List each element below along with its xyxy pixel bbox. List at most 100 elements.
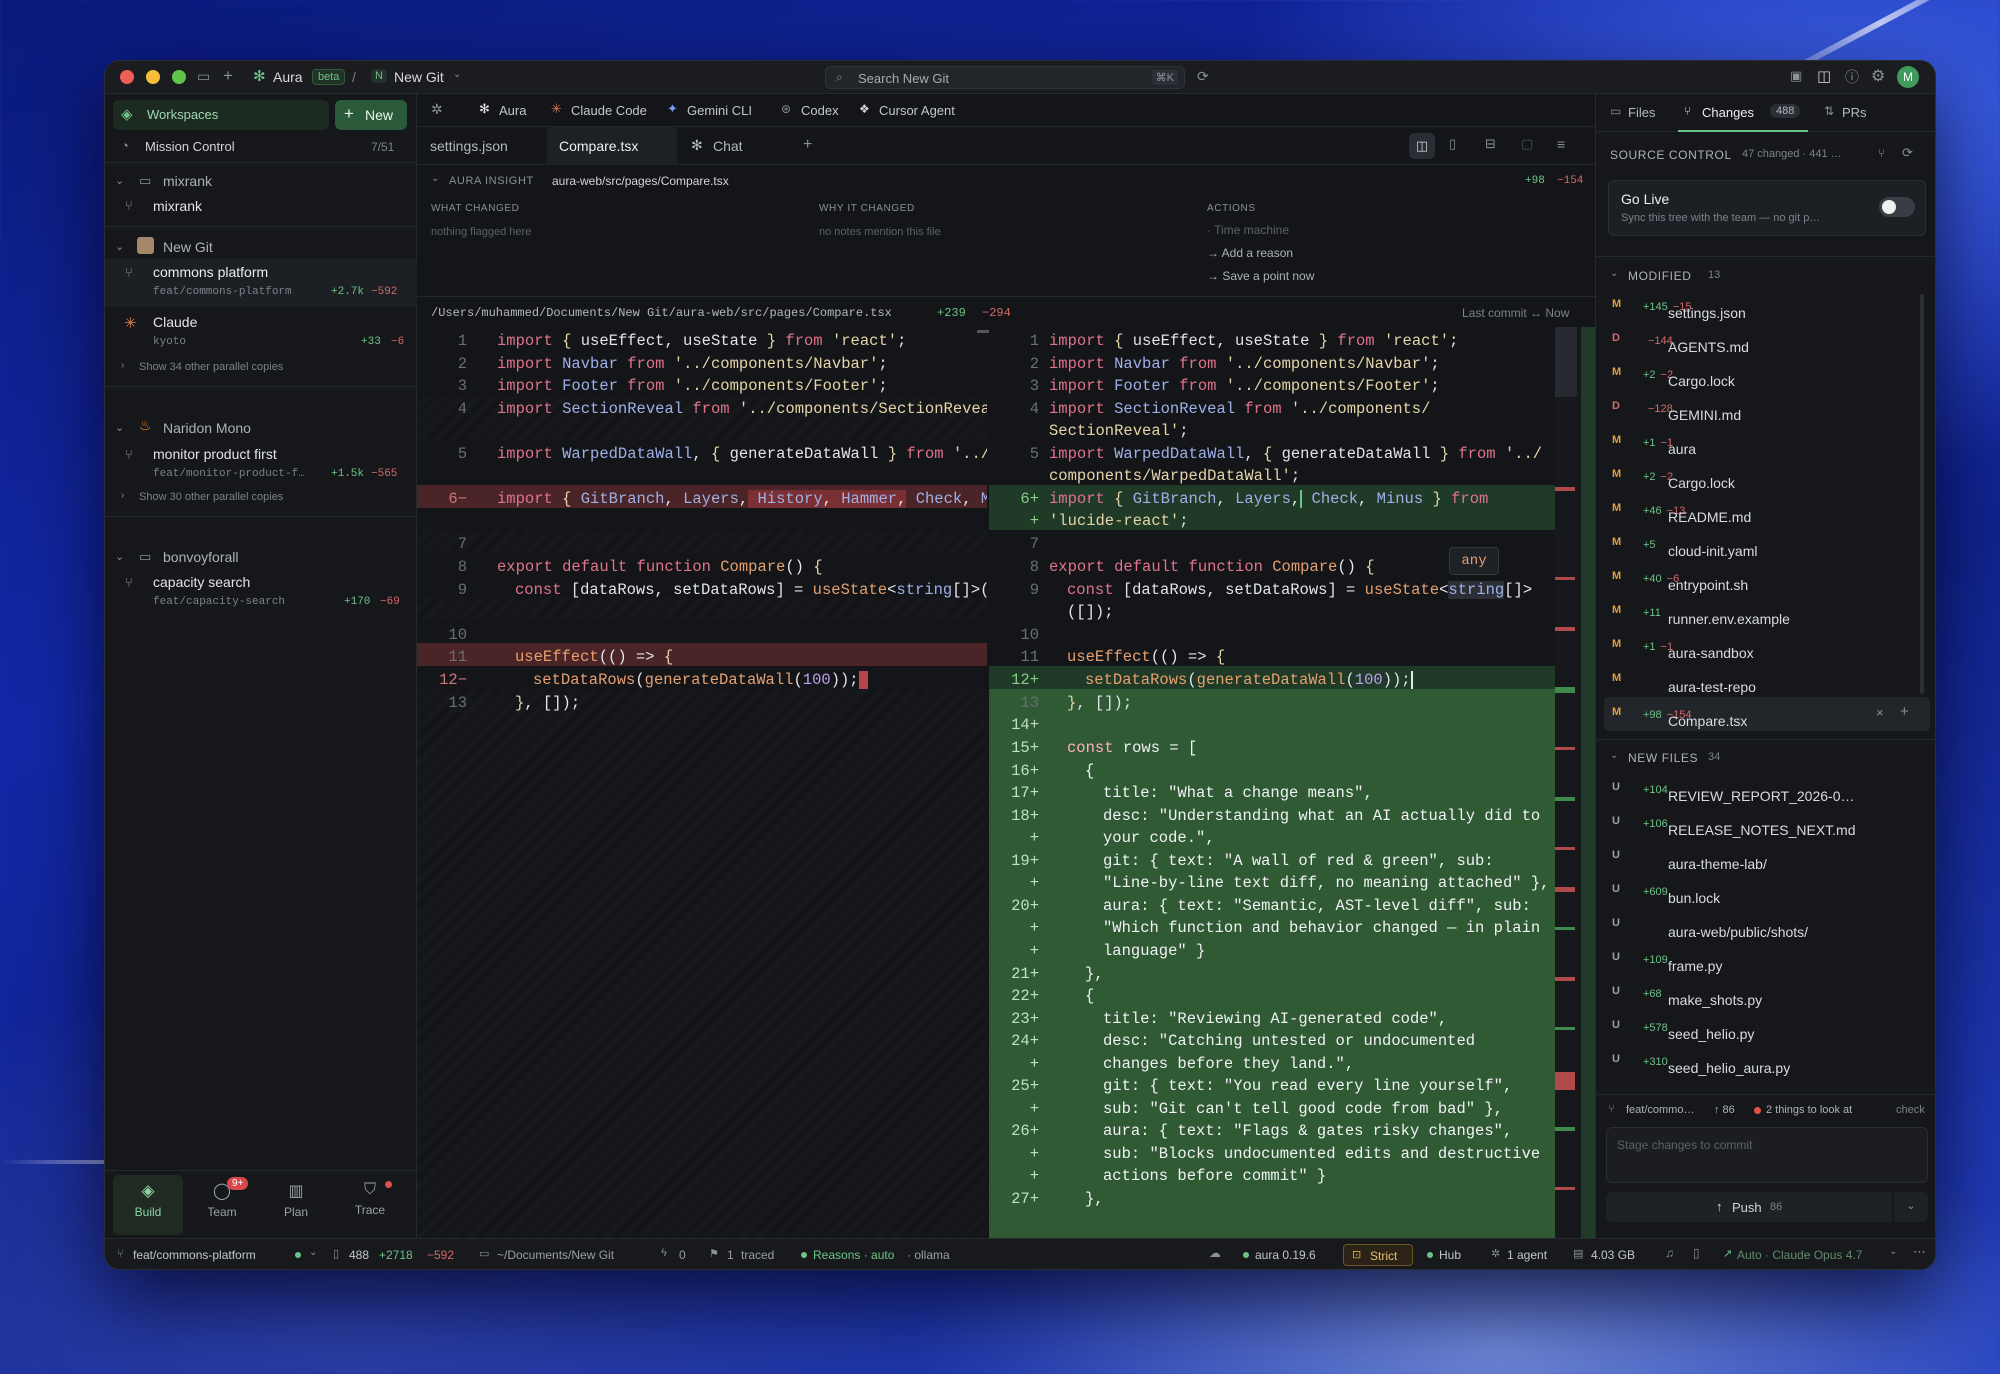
search-bar[interactable]: ⌕ Search New Git ⌘K <box>825 66 1185 89</box>
chevron-right-icon[interactable]: › <box>121 360 124 371</box>
scrollbar[interactable] <box>1920 294 1924 694</box>
avatar[interactable]: M <box>1897 66 1919 88</box>
scroll-thumb[interactable] <box>977 330 989 333</box>
nav-build[interactable]: ◈ Build <box>113 1175 183 1235</box>
more-icon[interactable]: ⋯ <box>1913 1244 1926 1260</box>
modified-row[interactable]: M Cargo.lock +2 −2 <box>1604 459 1930 493</box>
stacked-view-icon[interactable]: ⊟ <box>1485 136 1496 152</box>
group-new-git[interactable]: New Git <box>163 239 213 255</box>
bell-icon[interactable]: ♫ <box>1665 1246 1674 1260</box>
phone-icon[interactable]: ▯ <box>1693 1246 1700 1260</box>
nav-plan[interactable]: ▥ Plan <box>261 1175 331 1235</box>
tab-files[interactable]: ▭ Files <box>1604 94 1674 132</box>
sidebar-item-capacity-search[interactable]: ⑂ capacity search feat/capacity-search +… <box>105 569 417 617</box>
agent-gemini-cli[interactable]: Gemini CLI <box>687 103 752 118</box>
commit-message-input[interactable]: Stage changes to commit <box>1606 1127 1928 1183</box>
chevron-down-icon[interactable]: ⌄ <box>115 421 124 434</box>
agent-codex[interactable]: Codex <box>801 103 839 118</box>
modified-row[interactable]: Mrunner.env.example +11 <box>1604 595 1930 629</box>
split-diff-icon[interactable]: ◫ <box>1409 133 1435 159</box>
sparkle-icon[interactable]: ✲ <box>431 101 443 118</box>
gear-icon[interactable]: ⚙ <box>1871 66 1885 86</box>
stage-plus-icon[interactable]: + <box>1900 703 1909 720</box>
sidebar-item-monitor-product-first[interactable]: ⑂ monitor product first feat/monitor-pro… <box>105 441 417 489</box>
status-path[interactable]: ~/Documents/New Git <box>497 1248 614 1262</box>
show-more-copies[interactable]: Show 30 other parallel copies <box>139 491 283 503</box>
sidebar-item-commons-platform[interactable]: ⑂ commons platform feat/commons-platform… <box>105 259 417 307</box>
new-file-row[interactable]: Uaura-theme-lab/ <box>1604 840 1930 874</box>
chevron-down-icon[interactable]: ⌄ <box>1610 268 1618 279</box>
new-workspace-button[interactable]: + New <box>335 100 407 130</box>
status-model[interactable]: Auto · Claude Opus 4.7 <box>1737 1248 1862 1262</box>
chevron-down-icon[interactable]: ⌄ <box>431 173 439 184</box>
diff-minimap[interactable] <box>1555 327 1595 1238</box>
maximize-window-button[interactable] <box>172 70 186 84</box>
status-agents[interactable]: 1 agent <box>1507 1248 1547 1262</box>
close-window-button[interactable] <box>120 70 134 84</box>
tab-changes[interactable]: ⑂ Changes 488 <box>1678 94 1808 132</box>
chevron-down-icon[interactable]: ⌄ <box>453 69 461 80</box>
add-reason-action[interactable]: → Add a reason <box>1207 246 1293 260</box>
plus-icon[interactable]: + <box>223 66 233 86</box>
chevron-right-icon[interactable]: › <box>121 490 124 501</box>
push-button[interactable]: ↑ Push 86 <box>1606 1192 1892 1222</box>
new-file-row[interactable]: Useed_helio_aura.py +310 <box>1604 1044 1930 1078</box>
status-reasons[interactable]: Reasons · auto <box>813 1248 894 1262</box>
chevron-down-icon[interactable]: ⌄ <box>309 1247 317 1258</box>
modified-row[interactable]: Maura-sandbox +1 −1 <box>1604 629 1930 663</box>
modified-row[interactable]: M Compare.tsx +98 −154 × + <box>1604 697 1930 731</box>
new-file-row[interactable]: Ubun.lock +609 <box>1604 874 1930 908</box>
modified-row[interactable]: Msettings.json +145 −15 <box>1604 289 1930 323</box>
mission-control-link[interactable]: Mission Control <box>145 139 235 154</box>
new-file-row[interactable]: Umake_shots.py +68 <box>1604 976 1930 1010</box>
new-file-row[interactable]: Uaura-web/public/shots/ <box>1604 908 1930 942</box>
new-file-row[interactable]: Uframe.py +109 <box>1604 942 1930 976</box>
new-tab-plus-icon[interactable]: + <box>803 136 812 154</box>
modified-row[interactable]: M Cargo.lock +2 −2 <box>1604 357 1930 391</box>
sidebar-toggle-icon[interactable]: ▭ <box>197 68 210 85</box>
sidebar-item-claude[interactable]: ✳ Claude kyoto +33 −6 <box>105 309 417 357</box>
diff-compare-range[interactable]: Last commit ↔ Now <box>1462 306 1569 320</box>
nav-trace[interactable]: ⛉ Trace <box>335 1175 405 1235</box>
refresh-icon[interactable]: ⟳ <box>1902 145 1913 161</box>
repo-selector[interactable]: New Git <box>394 69 444 85</box>
menu-icon[interactable]: ≡ <box>1557 136 1565 152</box>
document-icon[interactable]: ▢ <box>1521 136 1533 152</box>
status-hub[interactable]: Hub <box>1439 1248 1461 1262</box>
branch-icon[interactable]: ⑂ <box>1878 146 1885 160</box>
minimize-window-button[interactable] <box>146 70 160 84</box>
modified-row[interactable]: M README.md +46 −13 <box>1604 493 1930 527</box>
modified-row[interactable]: Mentrypoint.sh +40 −6 <box>1604 561 1930 595</box>
split-view-icon[interactable]: ◫ <box>1817 67 1831 85</box>
agent-aura[interactable]: Aura <box>499 103 526 118</box>
time-machine-action[interactable]: · Time machine <box>1207 223 1289 237</box>
tab-prs[interactable]: ⇅ PRs <box>1818 94 1878 132</box>
review-notice[interactable]: 2 things to look at <box>1766 1104 1852 1116</box>
show-more-copies[interactable]: Show 34 other parallel copies <box>139 361 283 373</box>
unified-diff-icon[interactable]: ▯ <box>1449 136 1456 152</box>
sync-icon[interactable]: ⟳ <box>1197 68 1209 85</box>
group-bonvoyforall[interactable]: bonvoyforall <box>163 549 239 565</box>
chevron-down-icon[interactable]: ⌄ <box>115 550 124 563</box>
modified-row[interactable]: D GEMINI.md −128 <box>1604 391 1930 425</box>
agent-cursor[interactable]: Cursor Agent <box>879 103 955 118</box>
tab-compare-tsx[interactable]: Compare.tsx <box>547 127 677 165</box>
modified-row[interactable]: Maura-test-repo <box>1604 663 1930 697</box>
check-link[interactable]: check <box>1896 1104 1925 1116</box>
new-file-row[interactable]: U RELEASE_NOTES_NEXT.md +106 <box>1604 806 1930 840</box>
save-point-action[interactable]: → Save a point now <box>1207 269 1314 283</box>
group-mixrank[interactable]: mixrank <box>163 173 212 189</box>
agent-claude-code[interactable]: Claude Code <box>571 103 647 118</box>
chevron-down-icon[interactable]: ⌄ <box>115 174 124 187</box>
modified-row[interactable]: D AGENTS.md −144 <box>1604 323 1930 357</box>
help-icon[interactable]: ⓘ <box>1845 67 1859 87</box>
tab-chat[interactable]: ✻ Chat <box>677 127 787 165</box>
new-file-row[interactable]: U REVIEW_REPORT_2026-0… +104 <box>1604 772 1930 806</box>
nav-team[interactable]: ◯ Team 9+ <box>187 1175 257 1235</box>
new-file-row[interactable]: Useed_helio.py +578 <box>1604 1010 1930 1044</box>
chevron-down-icon[interactable]: ⌄ <box>1889 1246 1897 1257</box>
sidebar-item-mixrank[interactable]: mixrank <box>153 198 202 214</box>
current-branch[interactable]: feat/commo… <box>1626 1104 1694 1116</box>
group-naridon-mono[interactable]: Naridon Mono <box>163 420 251 436</box>
push-options-chevron-icon[interactable]: ⌄ <box>1894 1192 1928 1222</box>
